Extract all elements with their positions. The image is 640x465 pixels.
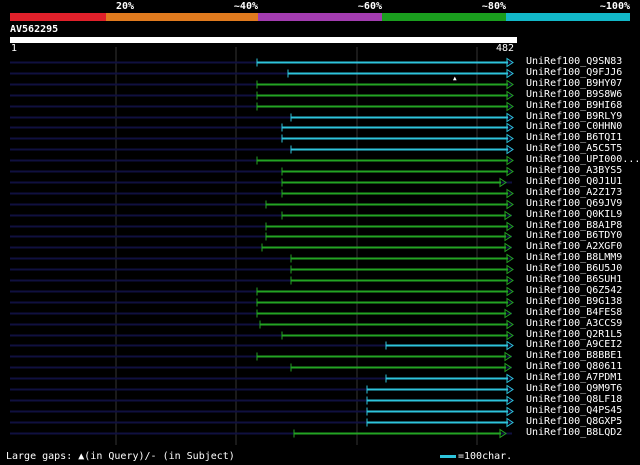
hit-row[interactable] xyxy=(10,253,514,264)
hit-row[interactable] xyxy=(10,340,514,351)
hit-label[interactable]: UniRef100_B9HY07 xyxy=(526,78,622,89)
hit-label[interactable]: UniRef100_B8BBE1 xyxy=(526,350,622,361)
hit-label[interactable]: UniRef100_A7PDM1 xyxy=(526,372,622,383)
hit-row[interactable] xyxy=(10,330,514,341)
hit-row[interactable] xyxy=(10,351,512,362)
gaps-subject-text: (in Subject) xyxy=(156,451,235,462)
hit-row[interactable] xyxy=(10,177,512,188)
hit-label[interactable]: UniRef100_B6SUH1 xyxy=(526,274,622,285)
hit-row[interactable] xyxy=(10,155,514,166)
hit-row[interactable] xyxy=(10,264,514,275)
blast-graphic: 20% ~40% ~60% ~80% ~100% AV562295 1 482 … xyxy=(0,0,640,465)
hit-label[interactable]: UniRef100_Q0KIL9 xyxy=(526,209,622,220)
hit-label[interactable]: UniRef100_Q8GXP5 xyxy=(526,416,622,427)
hit-row[interactable] xyxy=(10,406,514,417)
gaps-legend: Large gaps: ▲(in Query)/- (in Subject) xyxy=(6,451,235,462)
hit-row[interactable] xyxy=(10,428,512,439)
hit-label[interactable]: UniRef100_Q6Z542 xyxy=(526,285,622,296)
hit-label[interactable]: UniRef100_A3CCS9 xyxy=(526,318,622,329)
hit-label[interactable]: UniRef100_Q8LF18 xyxy=(526,394,622,405)
hit-label[interactable]: UniRef100_Q69JV9 xyxy=(526,198,622,209)
hit-row[interactable] xyxy=(10,57,514,68)
hit-row[interactable] xyxy=(10,373,514,384)
gap-caret-icon: ▲ xyxy=(453,75,457,82)
hit-label[interactable]: UniRef100_B9S8W6 xyxy=(526,89,622,100)
hit-row[interactable] xyxy=(10,188,514,199)
hit-label[interactable]: UniRef100_B6TQI1 xyxy=(526,132,622,143)
hit-label[interactable]: UniRef100_Q9M9T6 xyxy=(526,383,622,394)
hit-row[interactable] xyxy=(10,112,514,123)
hit-row[interactable] xyxy=(10,308,512,319)
hit-row[interactable] xyxy=(10,362,512,373)
hit-label[interactable]: UniRef100_B9HI68 xyxy=(526,100,622,111)
hit-label[interactable]: UniRef100_B8LMM9 xyxy=(526,252,622,263)
hit-label[interactable]: UniRef100_A9CEI2 xyxy=(526,339,622,350)
gaps-prefix: Large gaps: xyxy=(6,451,73,462)
hit-label[interactable]: UniRef100_B8LQD2 xyxy=(526,427,622,438)
hit-row[interactable] xyxy=(10,144,514,155)
hit-label[interactable]: UniRef100_UPI000... xyxy=(526,154,640,165)
hit-row[interactable] xyxy=(10,286,514,297)
hit-label[interactable]: UniRef100_A3BYS5 xyxy=(526,165,622,176)
hit-label[interactable]: UniRef100_Q4PS45 xyxy=(526,405,622,416)
hit-label[interactable]: UniRef100_Q9SN83 xyxy=(526,56,622,67)
hit-label[interactable]: UniRef100_C0HHN0 xyxy=(526,121,622,132)
hit-row[interactable] xyxy=(10,417,514,428)
hit-label[interactable]: UniRef100_A2Z173 xyxy=(526,187,622,198)
hit-label[interactable]: UniRef100_B6TDY0 xyxy=(526,230,622,241)
hit-row[interactable] xyxy=(10,101,514,112)
hit-label[interactable]: UniRef100_A2XGF0 xyxy=(526,241,622,252)
hit-row[interactable] xyxy=(10,221,514,232)
hit-row[interactable] xyxy=(10,122,514,133)
hit-row[interactable] xyxy=(10,395,514,406)
scale-legend: =100char. xyxy=(440,451,512,462)
hit-label[interactable]: UniRef100_Q0J1U1 xyxy=(526,176,622,187)
hit-label[interactable]: UniRef100_B4FES8 xyxy=(526,307,622,318)
hit-row[interactable] xyxy=(10,199,514,210)
hit-row[interactable] xyxy=(10,231,512,242)
hit-row[interactable] xyxy=(10,384,514,395)
hit-label[interactable]: UniRef100_Q9FJJ6 xyxy=(526,67,622,78)
hit-row[interactable] xyxy=(10,68,514,79)
scale-line-icon xyxy=(440,454,456,458)
hit-row[interactable] xyxy=(10,319,514,330)
hit-row[interactable] xyxy=(10,275,514,286)
hit-row[interactable] xyxy=(10,166,514,177)
hit-label[interactable]: UniRef100_A5C5T5 xyxy=(526,143,622,154)
gaps-query-text: (in Query)/ xyxy=(84,451,151,462)
hit-row[interactable] xyxy=(10,242,512,253)
hit-row[interactable] xyxy=(10,210,512,221)
hit-row[interactable] xyxy=(10,90,514,101)
hit-label[interactable]: UniRef100_B6U5J0 xyxy=(526,263,622,274)
scale-legend-text: =100char. xyxy=(458,451,513,462)
hit-label[interactable]: UniRef100_Q80611 xyxy=(526,361,622,372)
hit-label[interactable]: UniRef100_B9G138 xyxy=(526,296,622,307)
hit-row[interactable] xyxy=(10,133,514,144)
hit-row[interactable] xyxy=(10,297,514,308)
hit-row[interactable] xyxy=(10,79,514,90)
